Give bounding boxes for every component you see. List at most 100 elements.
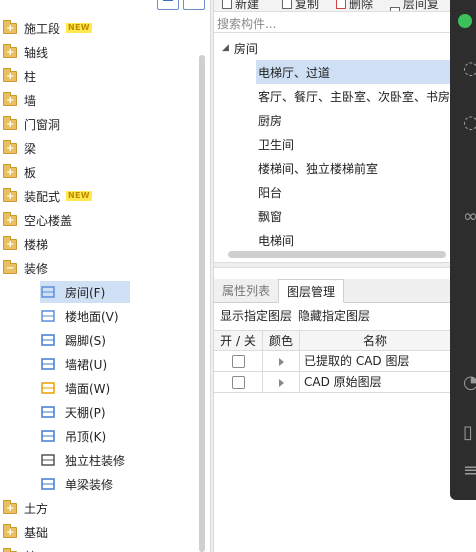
tree-node[interactable]: + 柱 bbox=[3, 64, 36, 88]
folder-icon: + bbox=[3, 187, 17, 202]
phone-icon[interactable]: ▯ bbox=[463, 422, 473, 443]
expand-all-icon[interactable] bbox=[157, 0, 179, 10]
floor-icon bbox=[40, 308, 56, 324]
folder-open-icon: − bbox=[3, 259, 17, 274]
bottom-tabs: 属性列表 图层管理 bbox=[214, 279, 450, 303]
ceiling-icon bbox=[40, 404, 56, 420]
folder-icon: + bbox=[3, 235, 17, 250]
tree-child-item[interactable]: 独立柱装修 bbox=[40, 449, 131, 471]
tree-child-label: 天棚(P) bbox=[65, 405, 106, 420]
tree-child-item[interactable]: 单梁装修 bbox=[40, 473, 119, 495]
hide-layer-link[interactable]: 隐藏指定图层 bbox=[298, 307, 370, 325]
tree-node[interactable]: + 基础 bbox=[3, 520, 48, 544]
tree-node-label: 施工段 bbox=[24, 21, 61, 36]
layer-name: CAD 原始图层 bbox=[304, 375, 382, 389]
tree-child-item[interactable]: 墙面(W) bbox=[40, 377, 116, 399]
tree-node-label: 梁 bbox=[24, 141, 37, 156]
component-item[interactable]: 电梯间 bbox=[256, 228, 294, 252]
tree-child-item[interactable]: 吊顶(K) bbox=[40, 425, 112, 447]
panel-separator[interactable] bbox=[214, 262, 450, 268]
show-layer-link[interactable]: 显示指定图层 bbox=[220, 307, 292, 325]
list-view-icon[interactable] bbox=[183, 0, 205, 10]
tree-child-item[interactable]: 踢脚(S) bbox=[40, 329, 112, 351]
tree-child-item[interactable]: 墙裙(U) bbox=[40, 353, 113, 375]
tree-node[interactable]: + 装配式 NEW bbox=[3, 184, 92, 208]
menu-icon[interactable]: ≡ bbox=[463, 460, 476, 481]
tree-child-label: 房间(F) bbox=[65, 285, 106, 300]
tree-node[interactable]: +其… bbox=[3, 544, 48, 552]
component-item[interactable]: 阳台 bbox=[256, 180, 282, 204]
color-arrow-icon[interactable] bbox=[278, 357, 284, 366]
folder-icon: + bbox=[3, 115, 17, 130]
layer-visibility-checkbox[interactable] bbox=[231, 376, 245, 389]
copy-button[interactable]: 复制 bbox=[282, 0, 319, 11]
tree-node-label: 柱 bbox=[24, 69, 37, 84]
status-dot-icon bbox=[458, 14, 472, 28]
folder-icon: + bbox=[3, 499, 17, 514]
folder-icon: + bbox=[3, 139, 17, 154]
tab-properties[interactable]: 属性列表 bbox=[214, 279, 278, 303]
collapse-arrow-icon[interactable]: ◢ bbox=[222, 43, 229, 53]
table-row: CAD 原始图层 bbox=[214, 372, 450, 393]
component-item[interactable]: 卫生间 bbox=[256, 132, 294, 156]
tree-child-item[interactable]: 天棚(P) bbox=[40, 401, 112, 423]
table-header: 开 / 关 颜色 名称 bbox=[214, 330, 450, 352]
new-badge: NEW bbox=[66, 191, 92, 201]
app-window: + 施工段 NEW + 轴线 + 柱 + 墙 + 门窗洞 + 梁 + 板 + 装配式 NEW + 空心楼盖 + 楼梯 − 装修… bbox=[0, 0, 476, 552]
group-row-room[interactable]: ◢ 房间 bbox=[222, 36, 258, 60]
tree-node-label: 装配式 bbox=[24, 189, 61, 204]
folder-icon: + bbox=[3, 19, 17, 34]
new-button[interactable]: 新建 bbox=[222, 0, 259, 11]
component-type-tree: + 施工段 NEW + 轴线 + 柱 + 墙 + 门窗洞 + 梁 + 板 + 装配式 NEW + 空心楼盖 + 楼梯 − 装修… bbox=[0, 0, 210, 552]
component-item[interactable]: 电梯厅、过道 bbox=[256, 60, 450, 84]
delete-button[interactable]: 删除 bbox=[336, 0, 373, 11]
layer-visibility-checkbox[interactable] bbox=[231, 355, 245, 368]
bubble-icon[interactable]: ◌ bbox=[463, 112, 476, 133]
tree-node-label: 其… bbox=[24, 548, 48, 552]
side-window-strip: ◌ ◌ ∞ ◔ ▯ ≡ bbox=[450, 0, 476, 500]
tree-child-item[interactable]: 楼地面(V) bbox=[40, 305, 125, 327]
component-list: ◢ 房间 电梯厅、过道 客厅、餐厅、主卧室、次卧室、书房 厨房 卫生间 楼梯间、独立楼梯… bbox=[214, 36, 450, 256]
copy-between-floors-button[interactable]: 层间复制 bbox=[390, 0, 450, 11]
tab-layer-management[interactable]: 图层管理 bbox=[278, 279, 345, 303]
tree-toolbar bbox=[0, 0, 210, 12]
component-item[interactable]: 楼梯间、独立楼梯前室 bbox=[256, 156, 378, 180]
horizontal-scrollbar[interactable] bbox=[228, 251, 446, 258]
layer-name: 已提取的 CAD 图层 bbox=[304, 354, 410, 368]
tree-node[interactable]: − 装修 bbox=[3, 256, 48, 280]
clock-icon[interactable]: ◔ bbox=[463, 372, 476, 393]
folder-icon: + bbox=[3, 91, 17, 106]
dado-icon bbox=[40, 356, 56, 372]
component-toolbar: 新建 复制 删除 层间复制 bbox=[214, 0, 450, 12]
tree-node[interactable]: + 门窗洞 bbox=[3, 112, 60, 136]
tree-node[interactable]: + 墙 bbox=[3, 88, 36, 112]
search-input[interactable]: 搜索构件... bbox=[214, 13, 450, 33]
tree-child-item[interactable]: 房间(F) bbox=[40, 281, 130, 303]
tree-scrollbar[interactable] bbox=[199, 55, 205, 552]
layer-actions: 显示指定图层 隐藏指定图层 bbox=[220, 307, 370, 325]
tree-node-label: 板 bbox=[24, 165, 37, 180]
component-item[interactable]: 客厅、餐厅、主卧室、次卧室、书房 bbox=[256, 84, 450, 108]
tree-node[interactable]: + 施工段 NEW bbox=[3, 16, 92, 40]
link-icon[interactable]: ∞ bbox=[463, 206, 476, 227]
tree-node[interactable]: + 空心楼盖 bbox=[3, 208, 72, 232]
tree-node-label: 墙 bbox=[24, 93, 37, 108]
tree-child-label: 墙面(W) bbox=[65, 381, 111, 396]
tree-child-label: 踢脚(S) bbox=[65, 333, 106, 348]
folder-icon: + bbox=[3, 163, 17, 178]
tree-child-label: 吊顶(K) bbox=[65, 429, 107, 444]
folder-icon: + bbox=[3, 43, 17, 58]
color-arrow-icon[interactable] bbox=[278, 378, 284, 387]
tree-node[interactable]: + 土方 bbox=[3, 496, 48, 520]
component-item[interactable]: 飘窗 bbox=[256, 204, 282, 228]
component-item[interactable]: 厨房 bbox=[256, 108, 282, 132]
tree-node[interactable]: + 楼梯 bbox=[3, 232, 48, 256]
tree-node[interactable]: + 轴线 bbox=[3, 40, 48, 64]
chat-icon[interactable]: ◌ bbox=[463, 58, 476, 79]
tree-node[interactable]: + 板 bbox=[3, 160, 36, 184]
tree-node-label: 基础 bbox=[24, 525, 49, 540]
tree-node-label: 门窗洞 bbox=[24, 117, 61, 132]
tree-node[interactable]: + 梁 bbox=[3, 136, 36, 160]
tree-node-label: 装修 bbox=[24, 261, 49, 276]
copy-icon bbox=[282, 0, 292, 9]
